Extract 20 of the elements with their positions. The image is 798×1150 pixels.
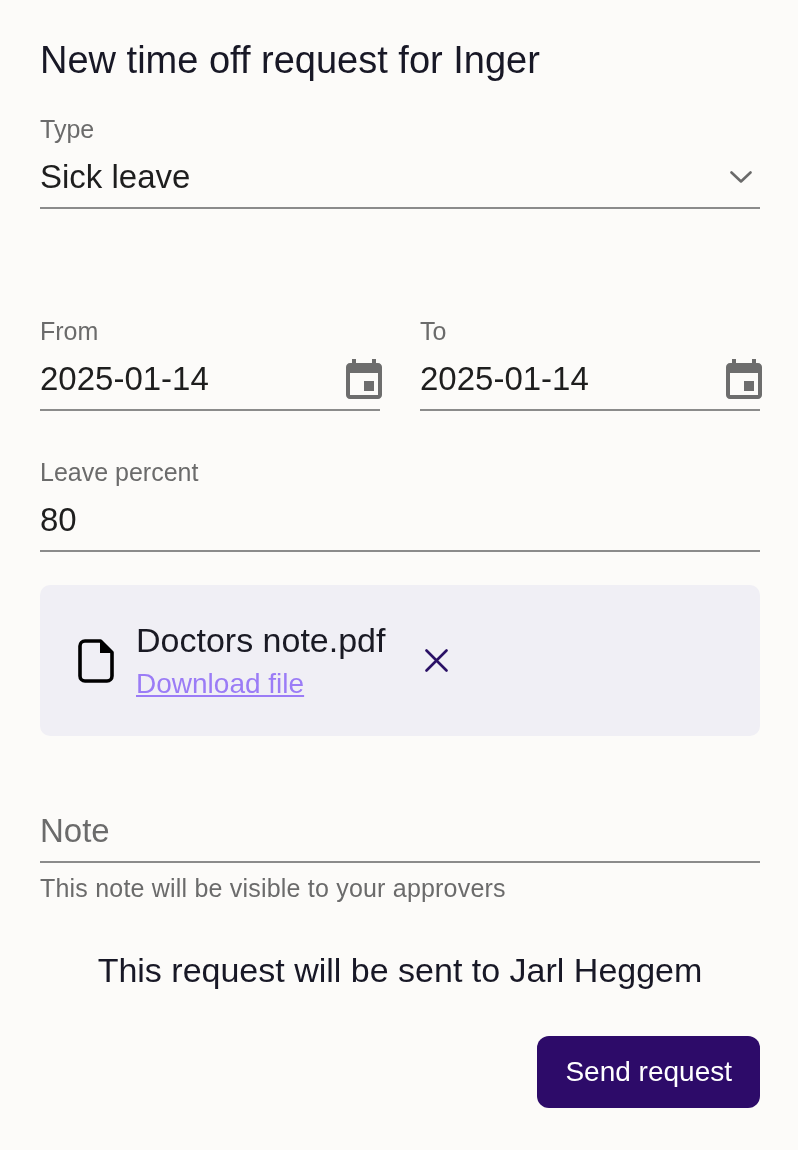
send-request-button[interactable]: Send request (537, 1036, 760, 1108)
note-field[interactable]: Note (40, 811, 760, 863)
calendar-icon[interactable] (346, 359, 382, 399)
field-label: From (40, 316, 99, 346)
helper-text: This note will be visible to your approvers (40, 873, 506, 903)
close-icon (425, 649, 449, 672)
field-label: Type (40, 114, 95, 144)
calendar-icon[interactable] (726, 359, 762, 399)
file-name: Doctors note.pdf (136, 620, 386, 660)
field-label: To (420, 316, 447, 346)
percent-field[interactable]: 80 (40, 500, 760, 552)
form-title: New time off request for Inger (40, 38, 540, 83)
remove-file-button[interactable] (425, 649, 449, 672)
field-label: Leave percent (40, 457, 199, 487)
date-field[interactable]: 2025-01-14 (40, 359, 380, 411)
recipient-message: This request will be sent to Jarl Heggem (97, 950, 703, 990)
type-select[interactable]: Sick leave (40, 157, 760, 209)
date-field[interactable]: 2025-01-14 (420, 359, 760, 411)
document-icon (78, 638, 114, 683)
chevron-down-icon (730, 171, 752, 183)
